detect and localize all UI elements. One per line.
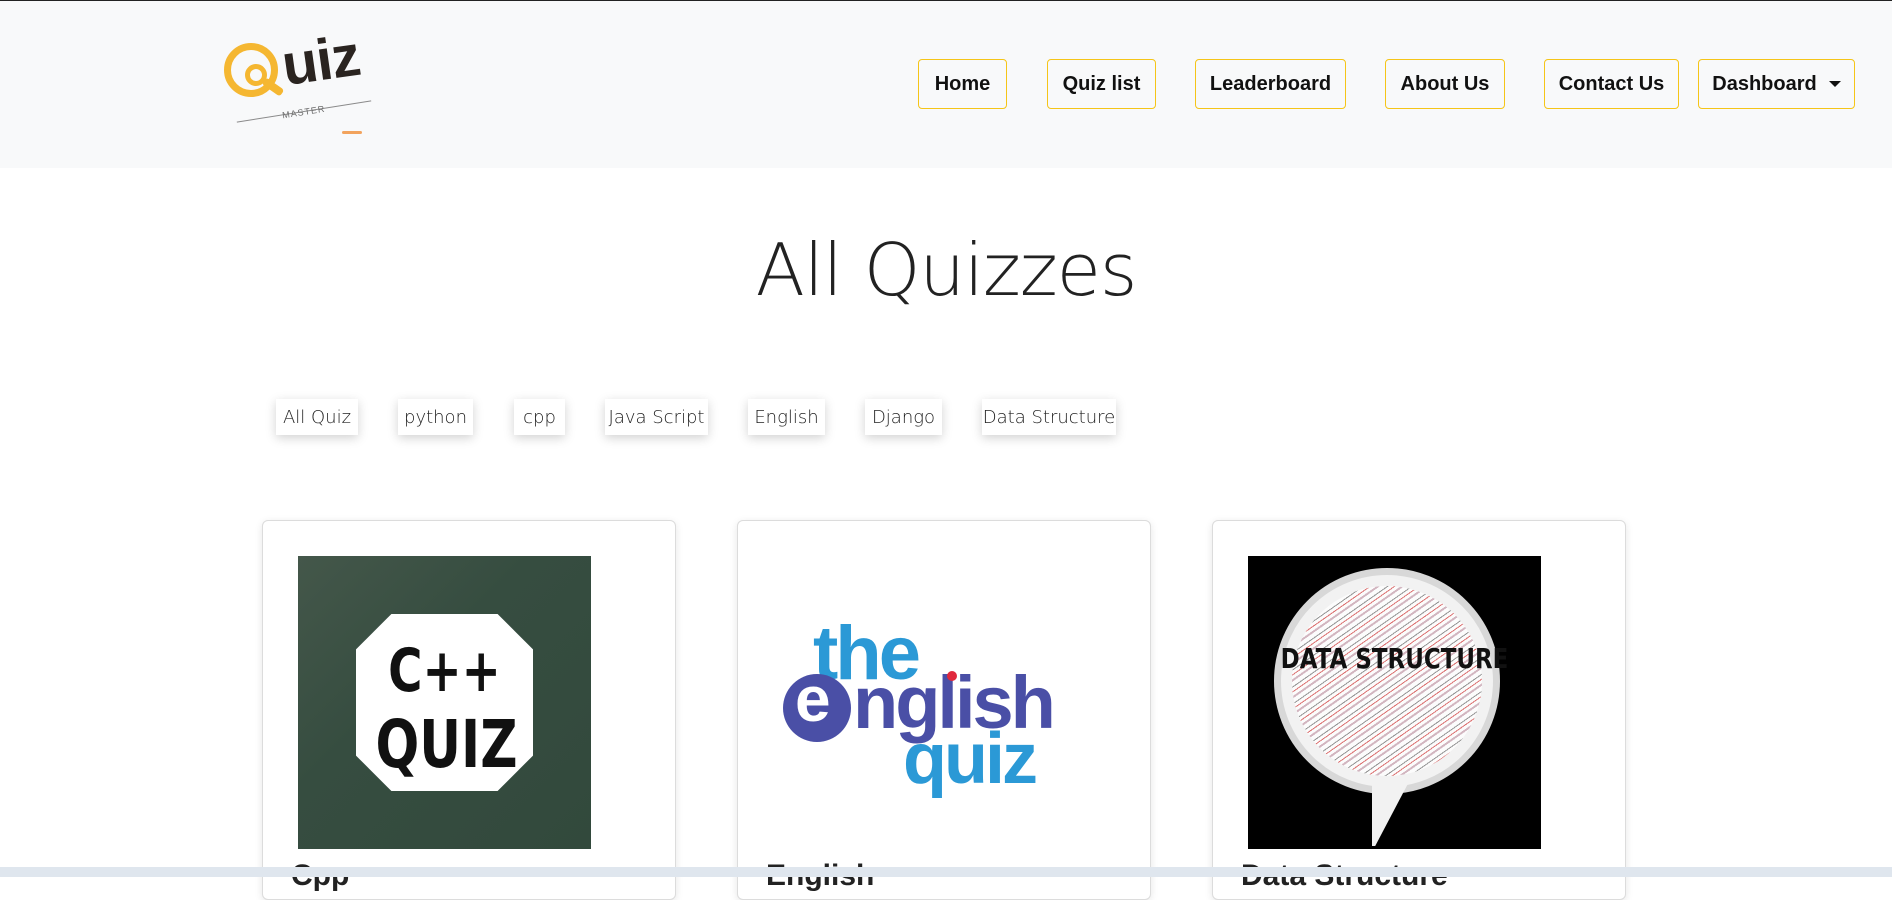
caret-down-icon	[1828, 81, 1841, 87]
word-cloud-pattern	[1292, 586, 1482, 776]
filter-all-quiz[interactable]: All Quiz	[276, 399, 358, 435]
logo-subtext: MASTER	[281, 103, 327, 121]
cpp-image-text-top: C++	[388, 636, 501, 706]
filter-data-structure[interactable]: Data Structure	[982, 399, 1116, 435]
speech-bubble-tail	[1372, 776, 1412, 846]
quiz-card-image-cpp[interactable]: C++ QUIZ	[298, 556, 591, 849]
quiz-card-data-structure[interactable]: DATA STRUCTURE Data Structure	[1212, 520, 1626, 900]
logo-accent-mark	[342, 131, 362, 134]
english-image-e: e	[795, 663, 831, 735]
nav-contact-button[interactable]: Contact Us	[1544, 59, 1679, 109]
navbar: uiz MASTER Home Quiz list Leaderboard Ab…	[0, 1, 1892, 168]
quiz-card-cpp[interactable]: C++ QUIZ Cpp	[262, 520, 676, 900]
nav-dashboard-dropdown[interactable]: Dashboard	[1698, 59, 1855, 109]
logo-text: uiz	[277, 22, 364, 99]
quiz-card-english[interactable]: the e nglish quiz English	[737, 520, 1151, 900]
filter-english[interactable]: English	[748, 399, 825, 435]
quiz-card-image-english[interactable]: the e nglish quiz	[773, 556, 1066, 849]
data-structure-image-label: DATA STRUCTURE	[1280, 642, 1509, 675]
window-bottom-strip	[0, 867, 1892, 877]
dashboard-label: Dashboard	[1712, 72, 1817, 95]
nav-home-button[interactable]: Home	[918, 59, 1007, 109]
filter-python[interactable]: python	[398, 399, 473, 435]
brand-logo[interactable]: uiz MASTER	[220, 23, 380, 146]
nav-about-button[interactable]: About Us	[1385, 59, 1505, 109]
nav-quiz-list-button[interactable]: Quiz list	[1047, 59, 1156, 109]
cpp-image-text-bottom: QUIZ	[375, 706, 518, 783]
filter-django[interactable]: Django	[865, 399, 942, 435]
nav-leaderboard-button[interactable]: Leaderboard	[1195, 59, 1346, 109]
page-title: All Quizzes	[755, 228, 1138, 312]
quiz-card-image-data-structure[interactable]: DATA STRUCTURE	[1248, 556, 1541, 849]
filter-cpp[interactable]: cpp	[514, 399, 565, 435]
filter-java-script[interactable]: Java Script	[605, 399, 708, 435]
english-image-quiz: quiz	[903, 719, 1038, 799]
english-image-red-dot	[947, 671, 957, 681]
